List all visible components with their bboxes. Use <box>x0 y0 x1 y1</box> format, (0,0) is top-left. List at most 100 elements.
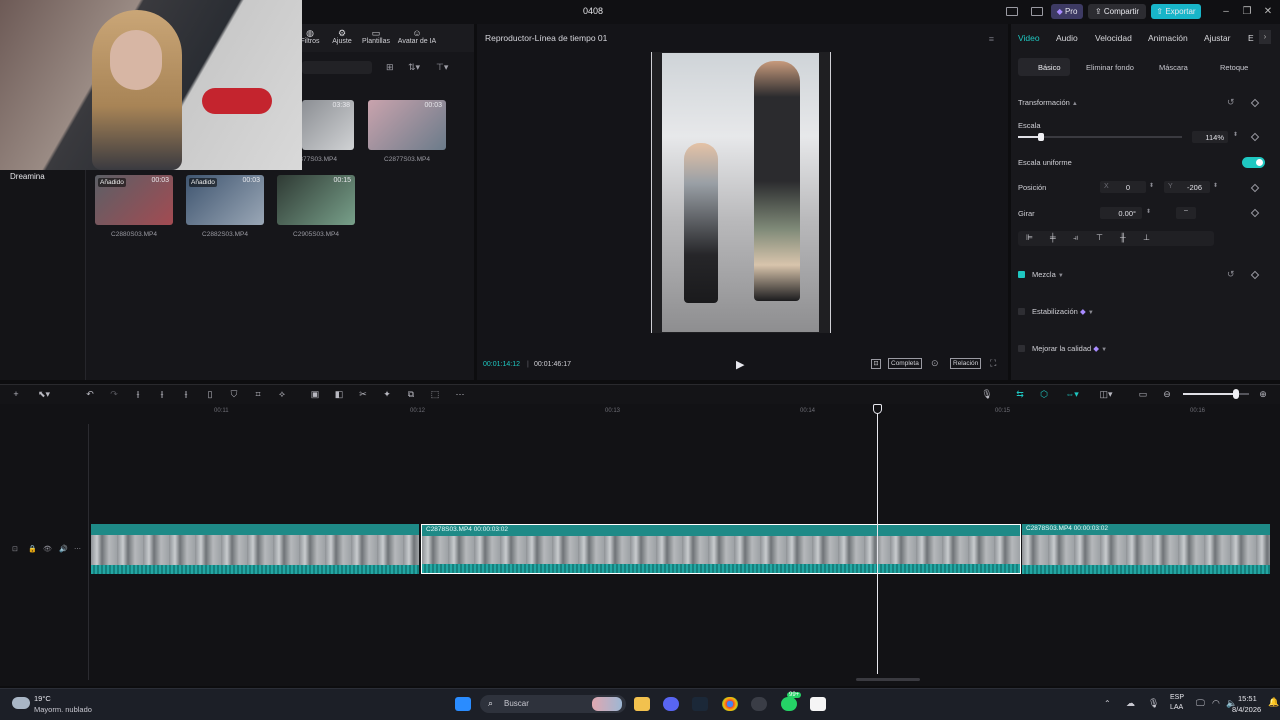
align-center-v-icon[interactable]: ╫ <box>1120 233 1126 242</box>
position-y-stepper-icon[interactable]: ⬍ <box>1213 182 1218 189</box>
sidebar-item-dreamina[interactable]: Dreamina <box>10 172 45 181</box>
redo-icon[interactable]: ↷ <box>108 389 120 400</box>
transform-heading[interactable]: Transformación ▲ <box>1018 98 1078 107</box>
capcut-icon[interactable] <box>810 697 826 711</box>
freeze-icon[interactable]: ▣ <box>309 389 321 400</box>
complete-button[interactable]: Completa <box>888 358 922 369</box>
maximize-icon[interactable]: ❐ <box>1240 5 1254 19</box>
rotate-stepper-icon[interactable]: ⬍ <box>1146 208 1151 215</box>
rotate-dial[interactable]: – <box>1176 207 1196 219</box>
media-item-2[interactable]: 00:03 <box>368 100 446 150</box>
language-bottom[interactable]: LAA <box>1170 704 1183 711</box>
scale-slider-handle[interactable] <box>1037 133 1044 141</box>
quality-heading[interactable]: Mejorar la calidad ◆ ▼ <box>1032 344 1107 353</box>
undo-icon[interactable]: ↶ <box>84 389 96 400</box>
mirror-icon[interactable]: ◧ <box>333 389 345 400</box>
position-x-stepper-icon[interactable]: ⬍ <box>1149 182 1154 189</box>
filter-icon[interactable]: ⊤▾ <box>436 62 448 73</box>
monitor-icon[interactable]: 🖵 <box>1196 698 1205 709</box>
share-button[interactable]: ⇪ Compartir <box>1088 4 1146 19</box>
position-x-input[interactable]: X 0 <box>1100 181 1146 193</box>
playhead-handle[interactable] <box>873 404 882 414</box>
split-icon[interactable]: ⫲ <box>132 389 144 400</box>
align-right-icon[interactable]: ⫣ <box>1073 233 1078 243</box>
horizontal-scrollbar[interactable] <box>856 678 920 681</box>
ai-tool-icon[interactable]: ⟡ <box>276 389 288 400</box>
select-tool-icon[interactable]: ⬉▾ <box>38 389 50 400</box>
network-icon[interactable]: ☁ <box>1126 698 1135 709</box>
split-right-icon[interactable]: ⫲ <box>180 389 192 400</box>
language-top[interactable]: ESP <box>1170 694 1184 701</box>
crop-tool-icon[interactable]: ⌗ <box>252 389 264 400</box>
crop-icon[interactable]: ⊡ <box>871 359 881 369</box>
pro-button[interactable]: ◆ Pro <box>1051 4 1083 19</box>
clock-date[interactable]: 8/4/2026 <box>1232 705 1261 714</box>
add-icon[interactable]: + <box>10 389 22 399</box>
track-cover-icon[interactable]: ⊡ <box>12 545 18 553</box>
zoom-slider-handle[interactable] <box>1232 389 1239 399</box>
whatsapp-icon[interactable] <box>781 697 797 711</box>
speaker-icon[interactable]: 🔊 <box>59 545 68 553</box>
media-item-3[interactable]: Añadido 00:03 <box>95 175 173 225</box>
tab-audio[interactable]: Audio <box>1056 33 1078 43</box>
notifications-icon[interactable]: 🔔 <box>1268 697 1279 708</box>
tab-adjust-video[interactable]: Ajustar <box>1204 33 1230 43</box>
more-icon[interactable]: ⋯ <box>74 545 81 553</box>
caption-icon[interactable]: ▭ <box>1137 389 1149 400</box>
split-screen-icon[interactable]: ◫▾ <box>1096 389 1116 400</box>
scale-slider[interactable] <box>1018 133 1182 141</box>
timeline-ruler[interactable]: 00:11 00:12 00:13 00:14 00:15 00:16 <box>0 404 1280 418</box>
chevron-right-icon[interactable]: › <box>1259 30 1271 44</box>
zoom-in-icon[interactable]: ⊕ <box>1257 389 1269 400</box>
subtab-retouch[interactable]: Retoque <box>1220 63 1248 72</box>
zoom-out-icon[interactable]: ⊖ <box>1161 389 1173 400</box>
tab-speed[interactable]: Velocidad <box>1095 33 1132 43</box>
blend-checkbox[interactable] <box>1018 271 1025 278</box>
keyboard-icon[interactable] <box>1031 7 1043 16</box>
weather-icon[interactable] <box>12 697 30 709</box>
lock-icon[interactable]: 🔒 <box>28 545 37 553</box>
microphone-icon[interactable]: 🎙 <box>981 389 993 400</box>
play-icon[interactable]: ▶ <box>736 358 744 371</box>
chrome-icon[interactable] <box>722 697 738 711</box>
subtab-remove-bg[interactable]: Eliminar fondo <box>1086 63 1134 72</box>
auto-cut-icon[interactable]: ✂ <box>357 389 369 400</box>
resize-icon[interactable]: ⧉ <box>405 389 417 400</box>
mic-tray-icon[interactable]: 🎙 <box>1148 698 1159 709</box>
scale-input[interactable]: 114% <box>1192 131 1228 143</box>
app-icon[interactable] <box>751 697 767 711</box>
steam-icon[interactable] <box>692 697 708 711</box>
position-y-input[interactable]: Y -206 <box>1164 181 1210 193</box>
tab-animation[interactable]: Animación <box>1148 33 1188 43</box>
timeline-clip-1[interactable] <box>91 524 419 574</box>
timeline-clip-2-selected[interactable]: C2878S03.MP4 00:00:03:02 <box>421 524 1021 574</box>
delete-icon[interactable]: ▯ <box>204 389 216 400</box>
uniform-scale-toggle[interactable] <box>1242 157 1265 168</box>
ratio-button[interactable]: Relación <box>950 358 982 369</box>
split-left-icon[interactable]: ⫲ <box>156 389 168 400</box>
export-button[interactable]: ⇧ Exportar <box>1151 4 1201 19</box>
media-item-1[interactable]: 03:38 <box>302 100 354 150</box>
stabilize-heading[interactable]: Estabilización ◆ ▼ <box>1032 307 1094 316</box>
preview-axis-icon[interactable]: ⇔▾ <box>1062 389 1082 400</box>
layout-icon[interactable] <box>1006 7 1018 16</box>
quality-checkbox[interactable] <box>1018 345 1025 352</box>
timeline-clip-3[interactable]: C2878S03.MP4 00:00:03:02 <box>1022 524 1270 574</box>
media-item-4[interactable]: Añadido 00:03 <box>186 175 264 225</box>
eye-icon[interactable]: 👁 <box>43 545 52 553</box>
sort-icon[interactable]: ⇅▾ <box>408 62 420 73</box>
align-left-icon[interactable]: ⊫ <box>1026 233 1033 242</box>
tab-ai-avatar[interactable]: ☺ Avatar de IA <box>394 28 440 45</box>
fit-icon[interactable]: ⊙ <box>931 358 939 369</box>
more-tools-icon[interactable]: ⋯ <box>454 389 466 400</box>
chevron-up-icon[interactable]: ⌃ <box>1104 699 1111 708</box>
subtab-basic[interactable]: Básico <box>1038 63 1061 72</box>
align-top-icon[interactable]: ⊤ <box>1096 233 1103 242</box>
media-item-5[interactable]: 00:15 <box>277 175 355 225</box>
link-icon[interactable]: ⇆ <box>1014 389 1026 400</box>
shield-icon[interactable]: ⛉ <box>228 389 240 400</box>
media-search-input[interactable] <box>302 61 372 74</box>
file-explorer-icon[interactable] <box>634 697 650 711</box>
stabilize-checkbox[interactable] <box>1018 308 1025 315</box>
zoom-slider[interactable] <box>1183 389 1249 399</box>
